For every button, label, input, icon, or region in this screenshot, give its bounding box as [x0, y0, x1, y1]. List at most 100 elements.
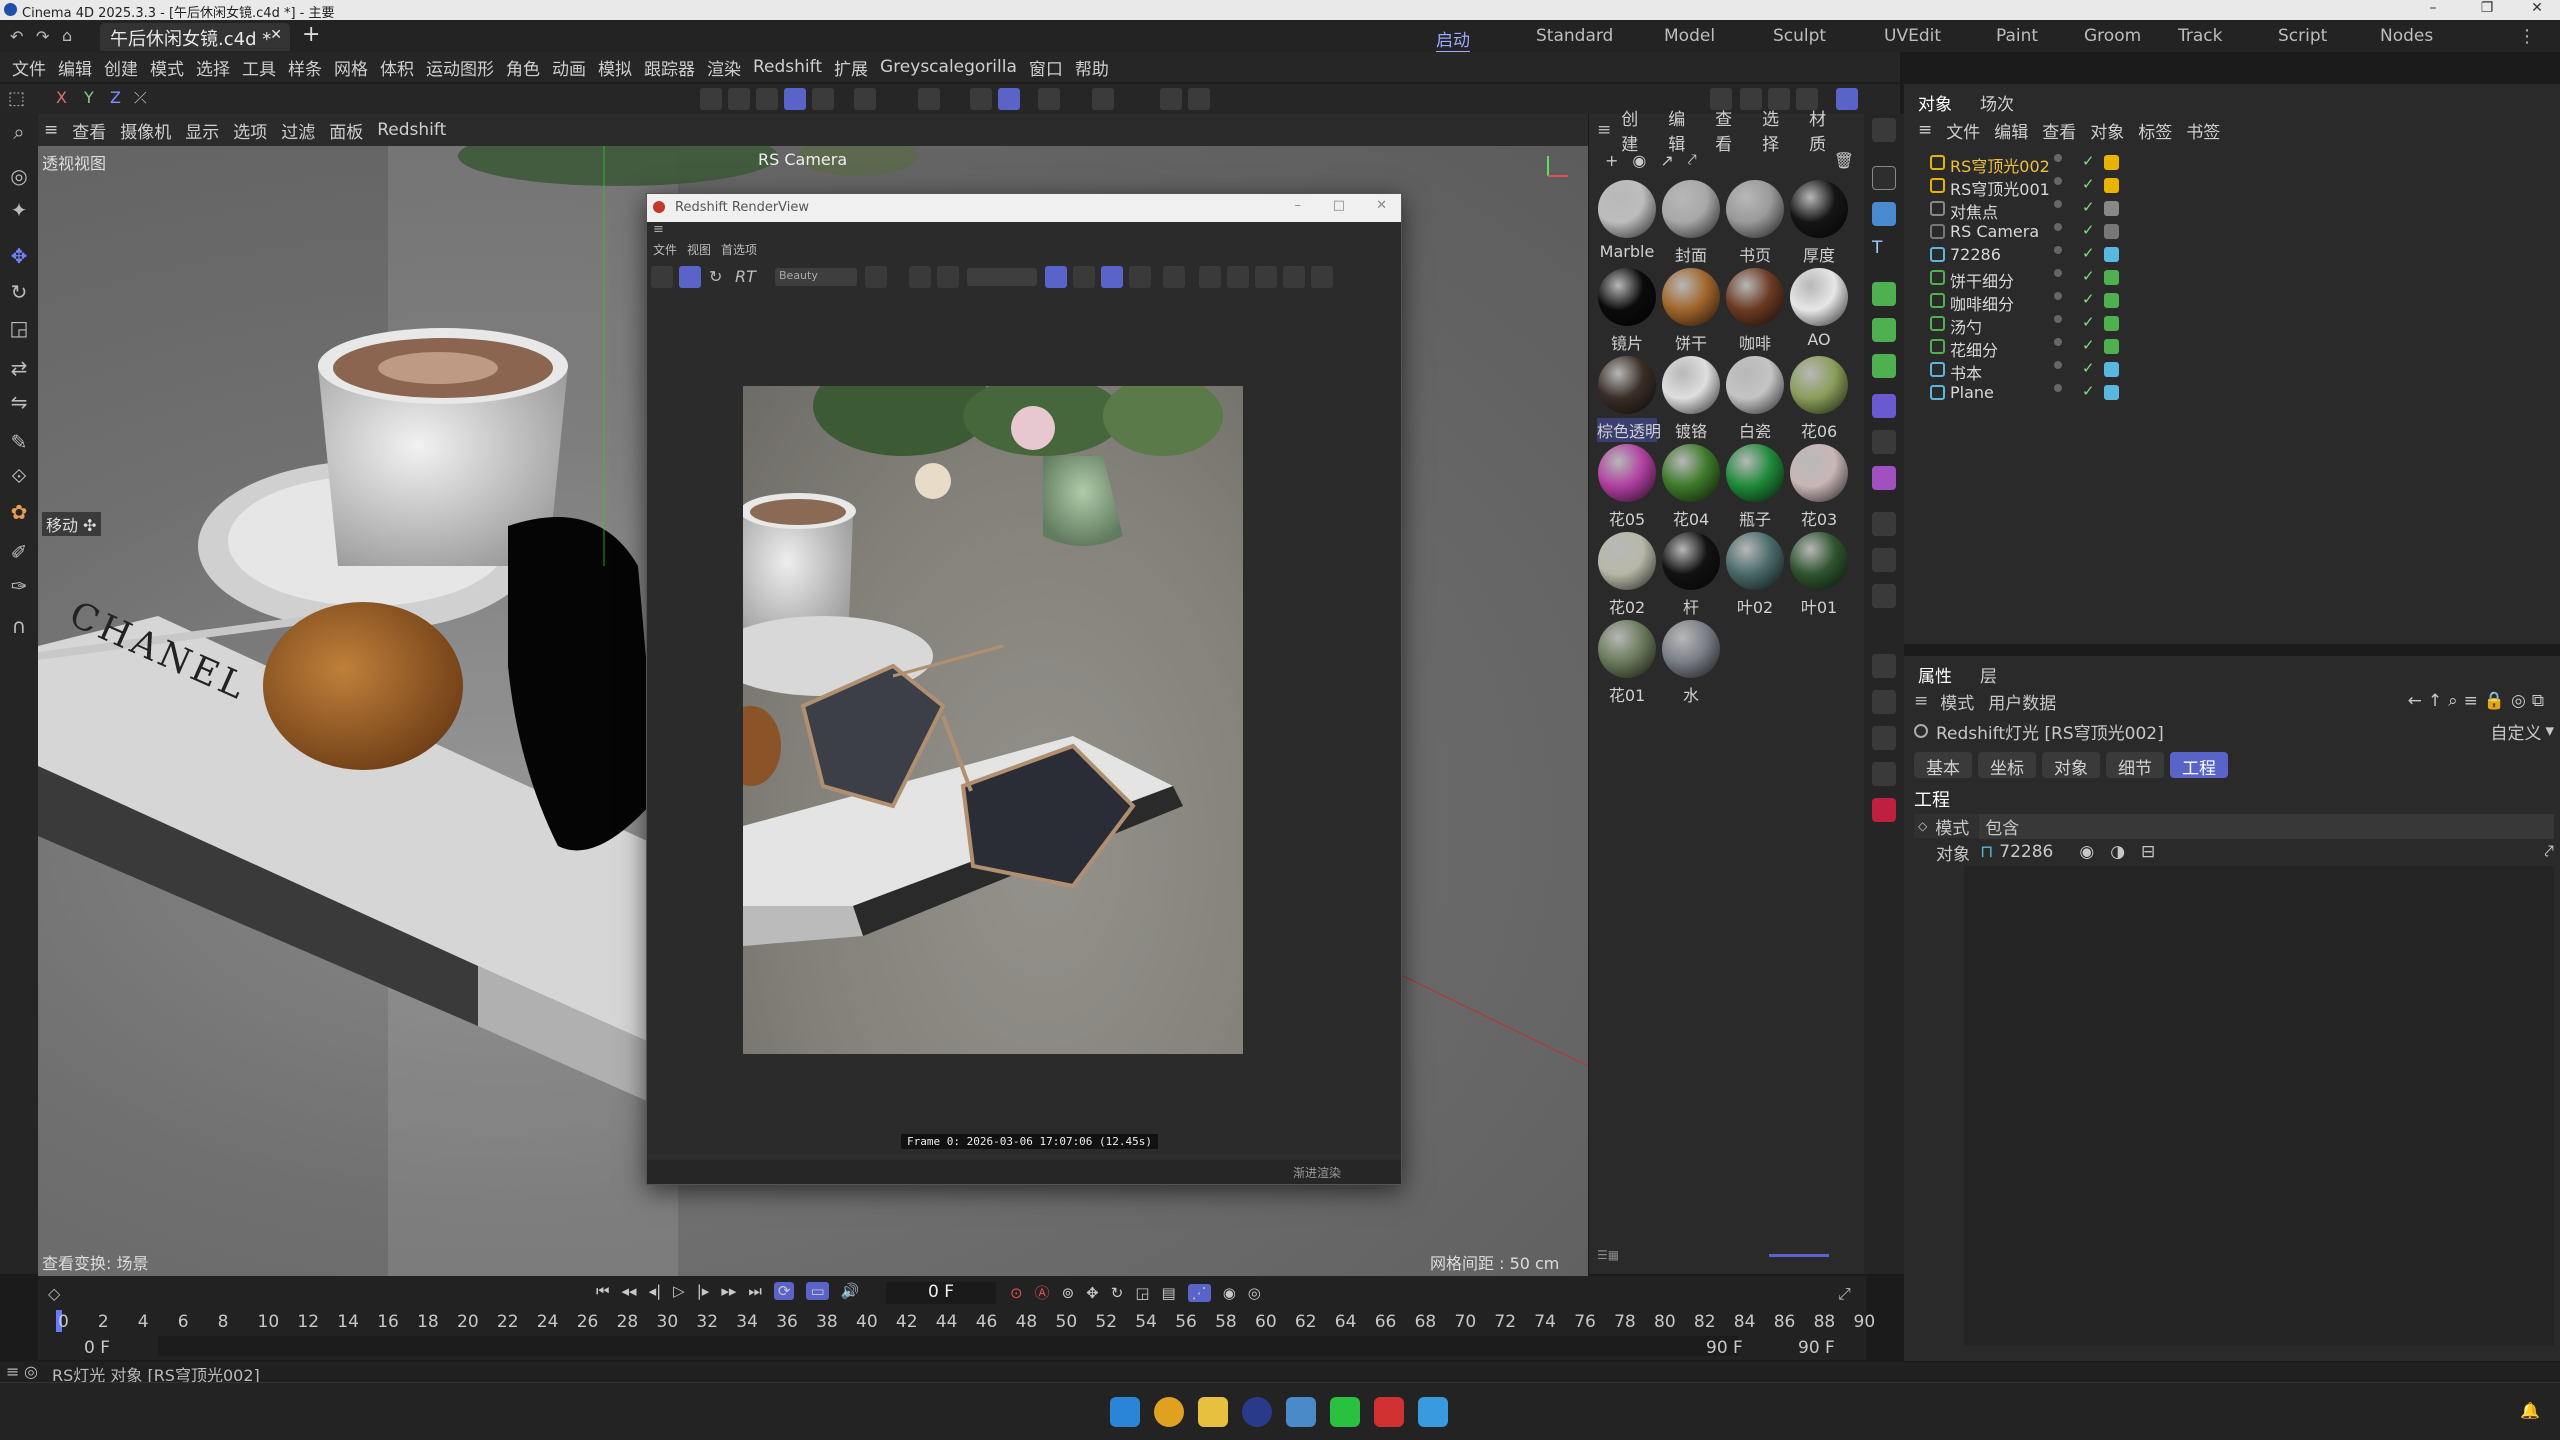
snap-icon[interactable]: [854, 88, 876, 110]
text-icon[interactable]: T: [1872, 238, 1896, 262]
deformer-icon[interactable]: [1092, 88, 1114, 110]
fit-icon[interactable]: [1199, 266, 1221, 288]
crop-icon[interactable]: [937, 266, 959, 288]
material-swatch[interactable]: Marble: [1597, 180, 1657, 264]
mode-dropdown[interactable]: 包含: [1979, 813, 2554, 839]
renderview-menu-item[interactable]: 首选项: [721, 241, 757, 258]
undo-icon[interactable]: ↶: [10, 27, 23, 46]
maximize-button[interactable]: ❐: [2464, 0, 2510, 20]
sculpt-tool-icon[interactable]: ✑: [6, 574, 32, 600]
select-tool-icon[interactable]: ✦: [6, 198, 32, 224]
menu-item[interactable]: 网格: [334, 55, 368, 80]
move-tool-icon[interactable]: ✥: [6, 244, 32, 270]
material-menu-item[interactable]: 选择: [1762, 105, 1795, 155]
next-frame-icon[interactable]: |▸: [697, 1282, 710, 1300]
visibility-dot-icon[interactable]: [2054, 246, 2062, 254]
object-menu-item[interactable]: 编辑: [1994, 118, 2028, 143]
layout-tab[interactable]: 启动: [1436, 26, 1470, 53]
object-tag-icon[interactable]: [2104, 293, 2119, 308]
menu-item[interactable]: 工具: [242, 55, 276, 80]
redo-icon[interactable]: ↷: [36, 27, 49, 46]
home-icon[interactable]: ⌂: [62, 26, 72, 45]
object-axis-icon[interactable]: [1188, 88, 1210, 110]
enabled-check-icon[interactable]: ✓: [2082, 152, 2095, 170]
menu-item[interactable]: 跟踪器: [644, 55, 695, 80]
object-menu-item[interactable]: 书签: [2186, 118, 2220, 143]
object-tag-icon[interactable]: [2104, 155, 2119, 170]
viewport-menu-item[interactable]: 面板: [329, 118, 363, 143]
object-tag-icon[interactable]: [2104, 201, 2119, 216]
extrude-tool-icon[interactable]: ⟐: [6, 464, 32, 490]
brush-tool-icon[interactable]: ✐: [6, 540, 32, 566]
attribute-subtab[interactable]: 坐标: [1978, 752, 2036, 779]
prev-key-icon[interactable]: ◂◂: [622, 1282, 637, 1300]
object-menu-item[interactable]: 文件: [1946, 118, 1980, 143]
layout-tab[interactable]: Sculpt: [1773, 26, 1826, 46]
tab-attributes[interactable]: 属性: [1918, 662, 1952, 687]
play-render-icon[interactable]: [1872, 762, 1896, 786]
cinema4d-taskbar-icon[interactable]: [1242, 1397, 1272, 1427]
object-row[interactable]: Plane ✓: [1914, 382, 2554, 404]
transform-tool-icon[interactable]: ⇄: [6, 356, 32, 382]
material-swatch[interactable]: 饼干: [1661, 268, 1721, 353]
menu-item[interactable]: 模拟: [598, 55, 632, 80]
material-swatch[interactable]: 镀铬: [1661, 356, 1721, 441]
expand-timeline-icon[interactable]: ⤢: [1838, 1284, 1851, 1304]
material-swatch[interactable]: 封面: [1661, 180, 1721, 265]
deformer-icon[interactable]: [1872, 394, 1896, 418]
material-settings-icon[interactable]: ◉: [1632, 151, 1646, 170]
green-app-icon[interactable]: [1330, 1397, 1360, 1427]
magnet-tool-icon[interactable]: ∩: [6, 614, 32, 640]
current-frame-field[interactable]: 0 F: [886, 1282, 996, 1304]
material-swatch[interactable]: 花03: [1789, 444, 1849, 529]
zoom-dropdown[interactable]: [967, 268, 1037, 286]
status-menu-icon[interactable]: ≡: [6, 1362, 19, 1381]
preview-range-bar[interactable]: [158, 1336, 1738, 1356]
play-icon[interactable]: ▷: [673, 1282, 685, 1300]
menu-item[interactable]: 模式: [150, 55, 184, 80]
fcurve-icon[interactable]: ◎: [1248, 1284, 1261, 1302]
hierarchy-icon[interactable]: ⊟: [2141, 842, 2155, 862]
attribute-subtab[interactable]: 工程: [2170, 752, 2228, 779]
sound-icon[interactable]: 🔊: [841, 1282, 860, 1300]
visibility-dot-icon[interactable]: [2054, 361, 2062, 369]
menu-item[interactable]: 帮助: [1075, 55, 1109, 80]
axis-z-lock[interactable]: Z: [110, 88, 121, 107]
object-tag-icon[interactable]: [2104, 385, 2119, 400]
enabled-check-icon[interactable]: ✓: [2082, 313, 2095, 331]
enabled-check-icon[interactable]: ✓: [2082, 382, 2095, 400]
object-row[interactable]: 对焦点 ✓: [1914, 198, 2554, 222]
blue-app-icon[interactable]: [1418, 1397, 1448, 1427]
material-swatch[interactable]: 水: [1661, 620, 1721, 705]
material-swatch[interactable]: 瓶子: [1725, 444, 1785, 529]
aov-dropdown[interactable]: Beauty: [775, 268, 857, 286]
material-swatch[interactable]: 厚度: [1789, 180, 1849, 265]
go-to-start-icon[interactable]: ⏮: [596, 1282, 610, 1300]
renderview-maximize-button[interactable]: □: [1333, 198, 1345, 213]
sparkle-icon[interactable]: [1129, 266, 1151, 288]
material-swatch[interactable]: 花02: [1597, 532, 1657, 617]
camera-icon[interactable]: [1872, 548, 1896, 572]
object-tag-icon[interactable]: [2104, 178, 2119, 193]
attribute-nav-icons[interactable]: ←↑⌕≡🔒◎⧉: [2408, 691, 2550, 711]
menu-item[interactable]: 编辑: [58, 55, 92, 80]
prev-frame-icon[interactable]: ◂|: [649, 1282, 662, 1300]
render-settings-panel-icon[interactable]: [1872, 726, 1896, 750]
material-menu-item[interactable]: 材质: [1809, 105, 1842, 155]
menu-item[interactable]: 选择: [196, 55, 230, 80]
layout-tab[interactable]: Nodes: [2380, 26, 2433, 46]
trash-icon[interactable]: 🗑: [1834, 151, 1854, 170]
material-swatch[interactable]: 咖啡: [1725, 268, 1785, 353]
settings-gear-icon[interactable]: [1872, 354, 1896, 378]
notes-icon[interactable]: [1286, 1397, 1316, 1427]
visibility-dot-icon[interactable]: [2054, 315, 2062, 323]
viewport-menu-item[interactable]: 显示: [185, 118, 219, 143]
material-swatch[interactable]: 花01: [1597, 620, 1657, 705]
enabled-check-icon[interactable]: ✓: [2082, 359, 2095, 377]
grid-snap-icon[interactable]: [970, 88, 992, 110]
python-icon[interactable]: [1160, 88, 1182, 110]
menu-item[interactable]: 创建: [104, 55, 138, 80]
record-key-icon[interactable]: ⊙: [1010, 1284, 1023, 1302]
redshift-renderview-window[interactable]: Redshift RenderView – □ ✕ ≡ 文件 视图 首选项 ↻ RT…: [646, 193, 1402, 1185]
include-children-icon[interactable]: ◉: [2079, 842, 2094, 862]
